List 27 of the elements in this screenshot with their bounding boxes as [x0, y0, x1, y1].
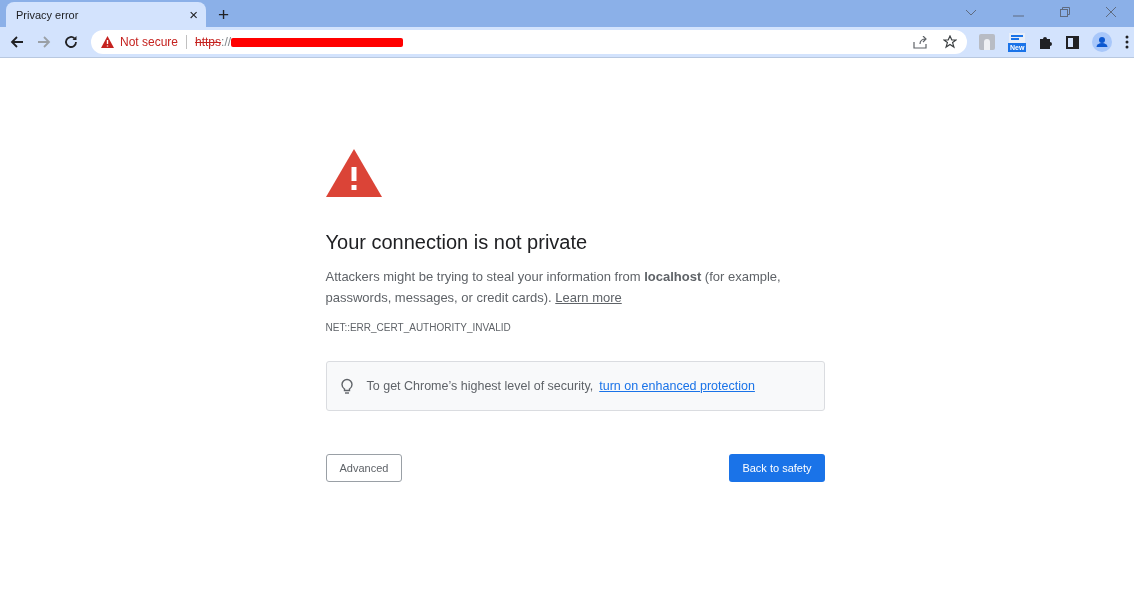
new-tab-button[interactable]: + — [218, 5, 230, 24]
learn-more-link[interactable]: Learn more — [555, 290, 622, 305]
browser-tab[interactable]: Privacy error × — [6, 2, 206, 27]
share-icon[interactable] — [913, 35, 927, 49]
advanced-button[interactable]: Advanced — [325, 454, 403, 482]
address-bar[interactable]: Not secure https:// — [91, 30, 967, 54]
close-tab-button[interactable]: × — [189, 7, 198, 22]
back-to-safety-button[interactable]: Back to safety — [729, 454, 825, 482]
lightbulb-icon — [340, 377, 353, 395]
extension-icon — [1009, 32, 1026, 43]
puzzle-icon[interactable] — [1039, 35, 1054, 49]
more-icon[interactable] — [1125, 35, 1130, 49]
star-icon[interactable] — [943, 35, 957, 49]
back-icon[interactable] — [10, 35, 24, 49]
profile-avatar-icon[interactable] — [1092, 32, 1113, 52]
warning-icon — [101, 36, 114, 48]
side-panel-icon[interactable] — [1066, 35, 1080, 49]
error-code: NET::ERR_CERT_AUTHORITY_INVALID — [325, 322, 512, 333]
tab-title: Privacy error — [16, 8, 80, 21]
error-message: Attackers might be trying to steal your information from localhost (for example, passwords, messages, or credit cards). Learn more — [325, 268, 782, 307]
tip-text: To get Chrome’s highest level of security, — [366, 379, 594, 393]
security-label[interactable]: Not secure — [120, 35, 179, 49]
page-heading: Your connection is not private — [325, 231, 589, 254]
reload-icon[interactable] — [64, 35, 78, 49]
url-text: https:// — [195, 35, 232, 49]
warning-icon — [325, 149, 382, 197]
enhanced-protection-link[interactable]: turn on enhanced protection — [599, 379, 755, 393]
